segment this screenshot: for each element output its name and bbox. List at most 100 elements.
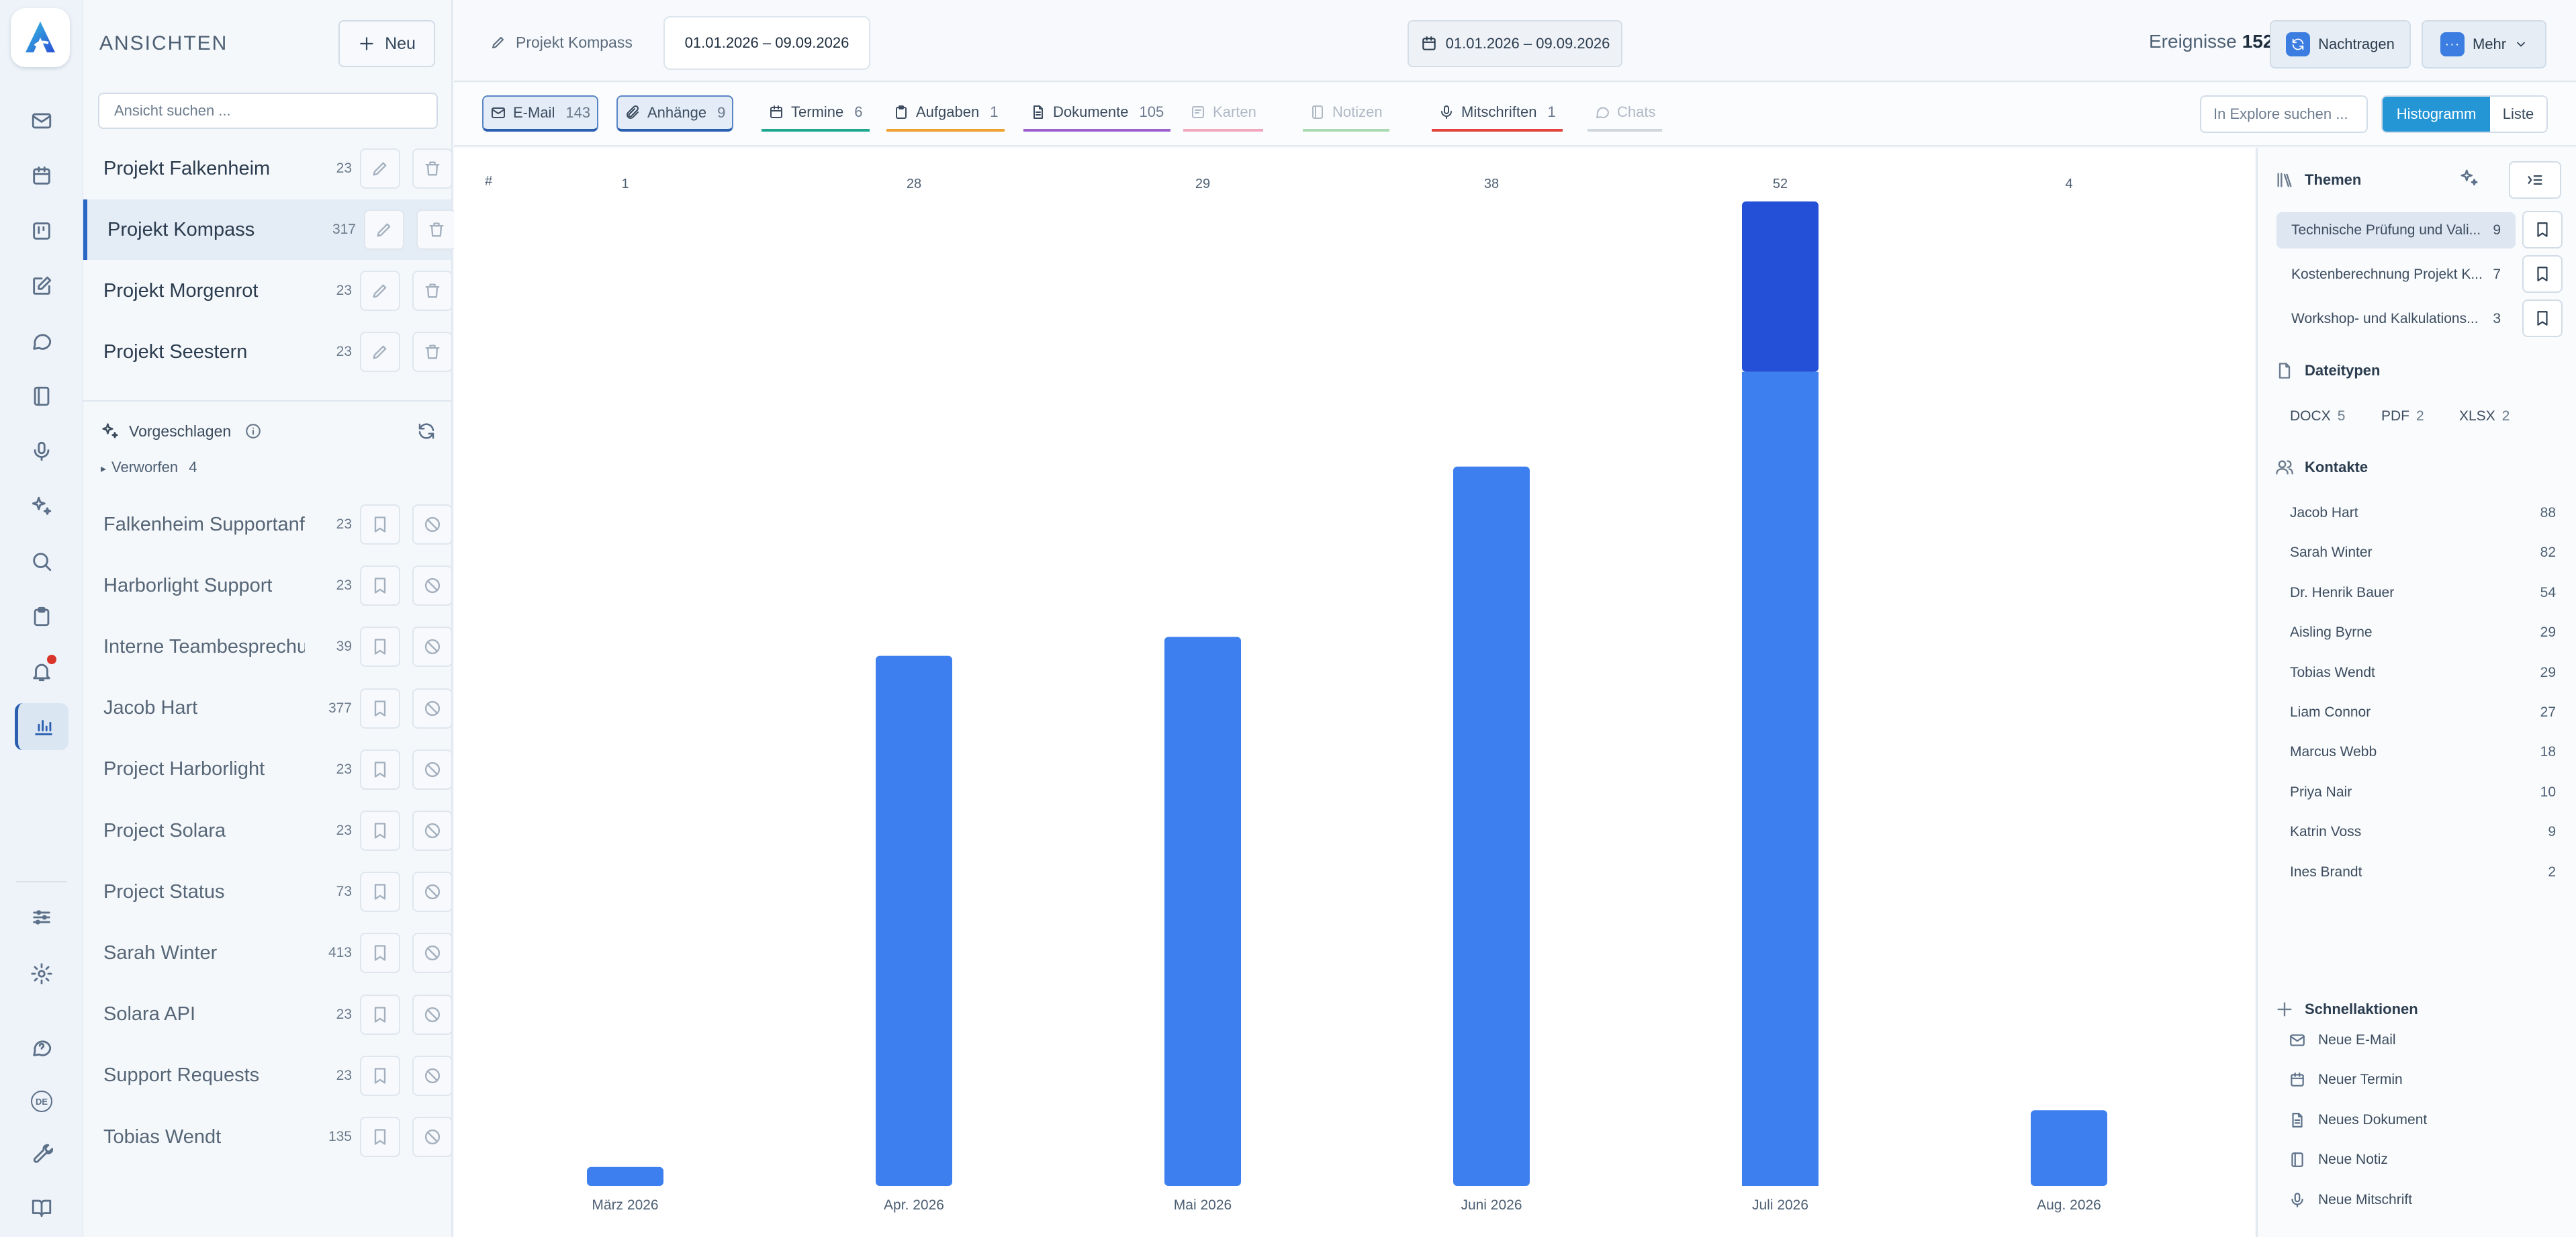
filetype-item[interactable]: PDF 2	[2381, 408, 2424, 424]
filter-tab-2[interactable]: Anhänge 9	[616, 95, 734, 132]
edit-view-button[interactable]	[360, 148, 400, 189]
bar-3-series-1[interactable]	[1164, 637, 1241, 1186]
suggested-view-item[interactable]: Project Status 73	[83, 862, 453, 922]
view-item[interactable]: Projekt Seestern 23	[83, 322, 453, 382]
contact-item[interactable]: Aisling Byrne 29	[2290, 625, 2556, 641]
bar-5-series-1[interactable]	[1742, 371, 1819, 1187]
contact-item[interactable]: Jacob Hart 88	[2290, 505, 2556, 521]
view-item[interactable]: Projekt Falkenheim 23	[83, 138, 453, 199]
quick-action-document[interactable]: Neues Dokument	[2289, 1111, 2427, 1129]
edit-view-button[interactable]	[364, 210, 404, 250]
suggested-view-item[interactable]: Support Requests 23	[83, 1046, 453, 1106]
bookmark-button[interactable]	[360, 688, 400, 729]
more-button[interactable]: ··· Mehr	[2422, 20, 2546, 68]
rail-chart-button[interactable]	[15, 703, 68, 750]
theme-bookmark-button[interactable]	[2522, 300, 2563, 337]
filter-tab-5[interactable]: Dokumente 105	[1023, 95, 1171, 132]
view-item[interactable]: Projekt Morgenrot 23	[83, 261, 453, 321]
dismiss-button[interactable]	[412, 811, 453, 851]
tab-date[interactable]: 01.01.2026 – 09.09.2026	[663, 16, 870, 70]
contact-item[interactable]: Marcus Webb 18	[2290, 744, 2556, 760]
rail-tools-button[interactable]	[15, 1130, 68, 1177]
delete-view-button[interactable]	[412, 271, 453, 311]
filter-tab-6[interactable]: Karten	[1183, 95, 1263, 132]
theme-item[interactable]: Kostenberechnung Projekt K... 7	[2276, 257, 2516, 293]
suggested-view-item[interactable]: Solara API 23	[83, 984, 453, 1045]
sync-button[interactable]: Nachtragen	[2270, 20, 2411, 68]
dismiss-button[interactable]	[412, 627, 453, 668]
bookmark-button[interactable]	[360, 749, 400, 790]
contact-item[interactable]: Katrin Voss 9	[2290, 824, 2556, 840]
contact-item[interactable]: Dr. Henrik Bauer 54	[2290, 585, 2556, 601]
suggested-view-item[interactable]: Project Solara 23	[83, 800, 453, 861]
rail-book-button[interactable]	[15, 1184, 68, 1231]
dismiss-button[interactable]	[412, 933, 453, 974]
quick-action-note[interactable]: Neue Notiz	[2289, 1151, 2388, 1169]
delete-view-button[interactable]	[412, 148, 453, 189]
rail-notebook-button[interactable]	[15, 373, 68, 420]
dismiss-button[interactable]	[412, 565, 453, 606]
filter-tab-7[interactable]: Notizen	[1303, 95, 1389, 132]
filter-tab-4[interactable]: Aufgaben 1	[886, 95, 1005, 132]
filter-tab-1[interactable]: E-Mail 143	[482, 95, 599, 132]
list-mode-button[interactable]: Liste	[2490, 97, 2546, 132]
new-view-button[interactable]: Neu	[338, 20, 435, 67]
bookmark-button[interactable]	[360, 811, 400, 851]
edit-view-button[interactable]	[360, 271, 400, 311]
suggested-view-item[interactable]: Falkenheim Supportanf... 23	[83, 494, 453, 555]
quick-action-mail[interactable]: Neue E-Mail	[2289, 1032, 2396, 1049]
rail-calendar-button[interactable]	[15, 152, 68, 199]
delete-view-button[interactable]	[416, 210, 457, 250]
rail-sliders-button[interactable]	[15, 894, 68, 941]
bookmark-button[interactable]	[360, 872, 400, 913]
dismiss-button[interactable]	[412, 749, 453, 790]
bar-2-series-1[interactable]	[876, 655, 952, 1186]
edit-view-button[interactable]	[360, 332, 400, 372]
bar-4-series-1[interactable]	[1453, 466, 1530, 1186]
rail-bell-button[interactable]	[15, 648, 68, 695]
dismiss-button[interactable]	[412, 504, 453, 545]
filetype-item[interactable]: DOCX 5	[2290, 408, 2345, 424]
bookmark-button[interactable]	[360, 504, 400, 545]
theme-bookmark-button[interactable]	[2522, 255, 2563, 293]
contact-item[interactable]: Priya Nair 10	[2290, 784, 2556, 800]
explore-search-input[interactable]: In Explore suchen ...	[2200, 95, 2368, 133]
filetype-item[interactable]: XLSX 2	[2459, 408, 2510, 424]
bookmark-button[interactable]	[360, 565, 400, 606]
bookmark-button[interactable]	[360, 1055, 400, 1096]
suggested-view-item[interactable]: Sarah Winter 413	[83, 923, 453, 983]
histogram-mode-button[interactable]: Histogramm	[2383, 97, 2490, 132]
rail-microphone-button[interactable]	[15, 428, 68, 475]
dismiss-button[interactable]	[412, 994, 453, 1035]
contact-item[interactable]: Liam Connor 27	[2290, 704, 2556, 721]
filter-tab-8[interactable]: Mitschriften 1	[1432, 95, 1563, 132]
tab-project[interactable]: Projekt Kompass	[490, 20, 633, 64]
rail-kanban-button[interactable]	[15, 208, 68, 255]
filter-tab-3[interactable]: Termine 6	[762, 95, 870, 132]
contact-item[interactable]: Tobias Wendt 29	[2290, 665, 2556, 681]
bookmark-button[interactable]	[360, 627, 400, 668]
bookmark-button[interactable]	[360, 1117, 400, 1157]
theme-bookmark-button[interactable]	[2522, 211, 2563, 248]
theme-item[interactable]: Technische Prüfung und Vali... 9	[2276, 212, 2516, 248]
rail-mail-button[interactable]	[15, 97, 68, 144]
rail-settings-button[interactable]	[15, 950, 68, 997]
rail-edit-button[interactable]	[15, 263, 68, 310]
rail-search-button[interactable]	[15, 538, 68, 585]
quick-action-calendar[interactable]: Neuer Termin	[2289, 1071, 2403, 1089]
suggested-view-item[interactable]: Project Harborlight 23	[83, 739, 453, 800]
bar-5-series-2[interactable]	[1742, 201, 1819, 372]
quick-action-microphone[interactable]: Neue Mitschrift	[2289, 1191, 2412, 1209]
dismiss-button[interactable]	[412, 1055, 453, 1096]
discarded-toggle[interactable]: ▸ Verworfen 4	[101, 459, 197, 476]
contact-item[interactable]: Ines Brandt 2	[2290, 864, 2556, 880]
info-icon[interactable]	[244, 422, 262, 440]
bookmark-button[interactable]	[360, 933, 400, 974]
bar-1-series-1[interactable]	[587, 1166, 663, 1186]
suggested-view-item[interactable]: Tobias Wendt 135	[83, 1107, 453, 1167]
rail-sparkles-button[interactable]	[15, 483, 68, 530]
bar-6-series-1[interactable]	[2031, 1110, 2107, 1186]
dismiss-button[interactable]	[412, 688, 453, 729]
date-range-picker[interactable]: 01.01.2026 – 09.09.2026	[1408, 20, 1622, 67]
suggested-view-item[interactable]: Interne Teambesprechu... 39	[83, 616, 453, 677]
